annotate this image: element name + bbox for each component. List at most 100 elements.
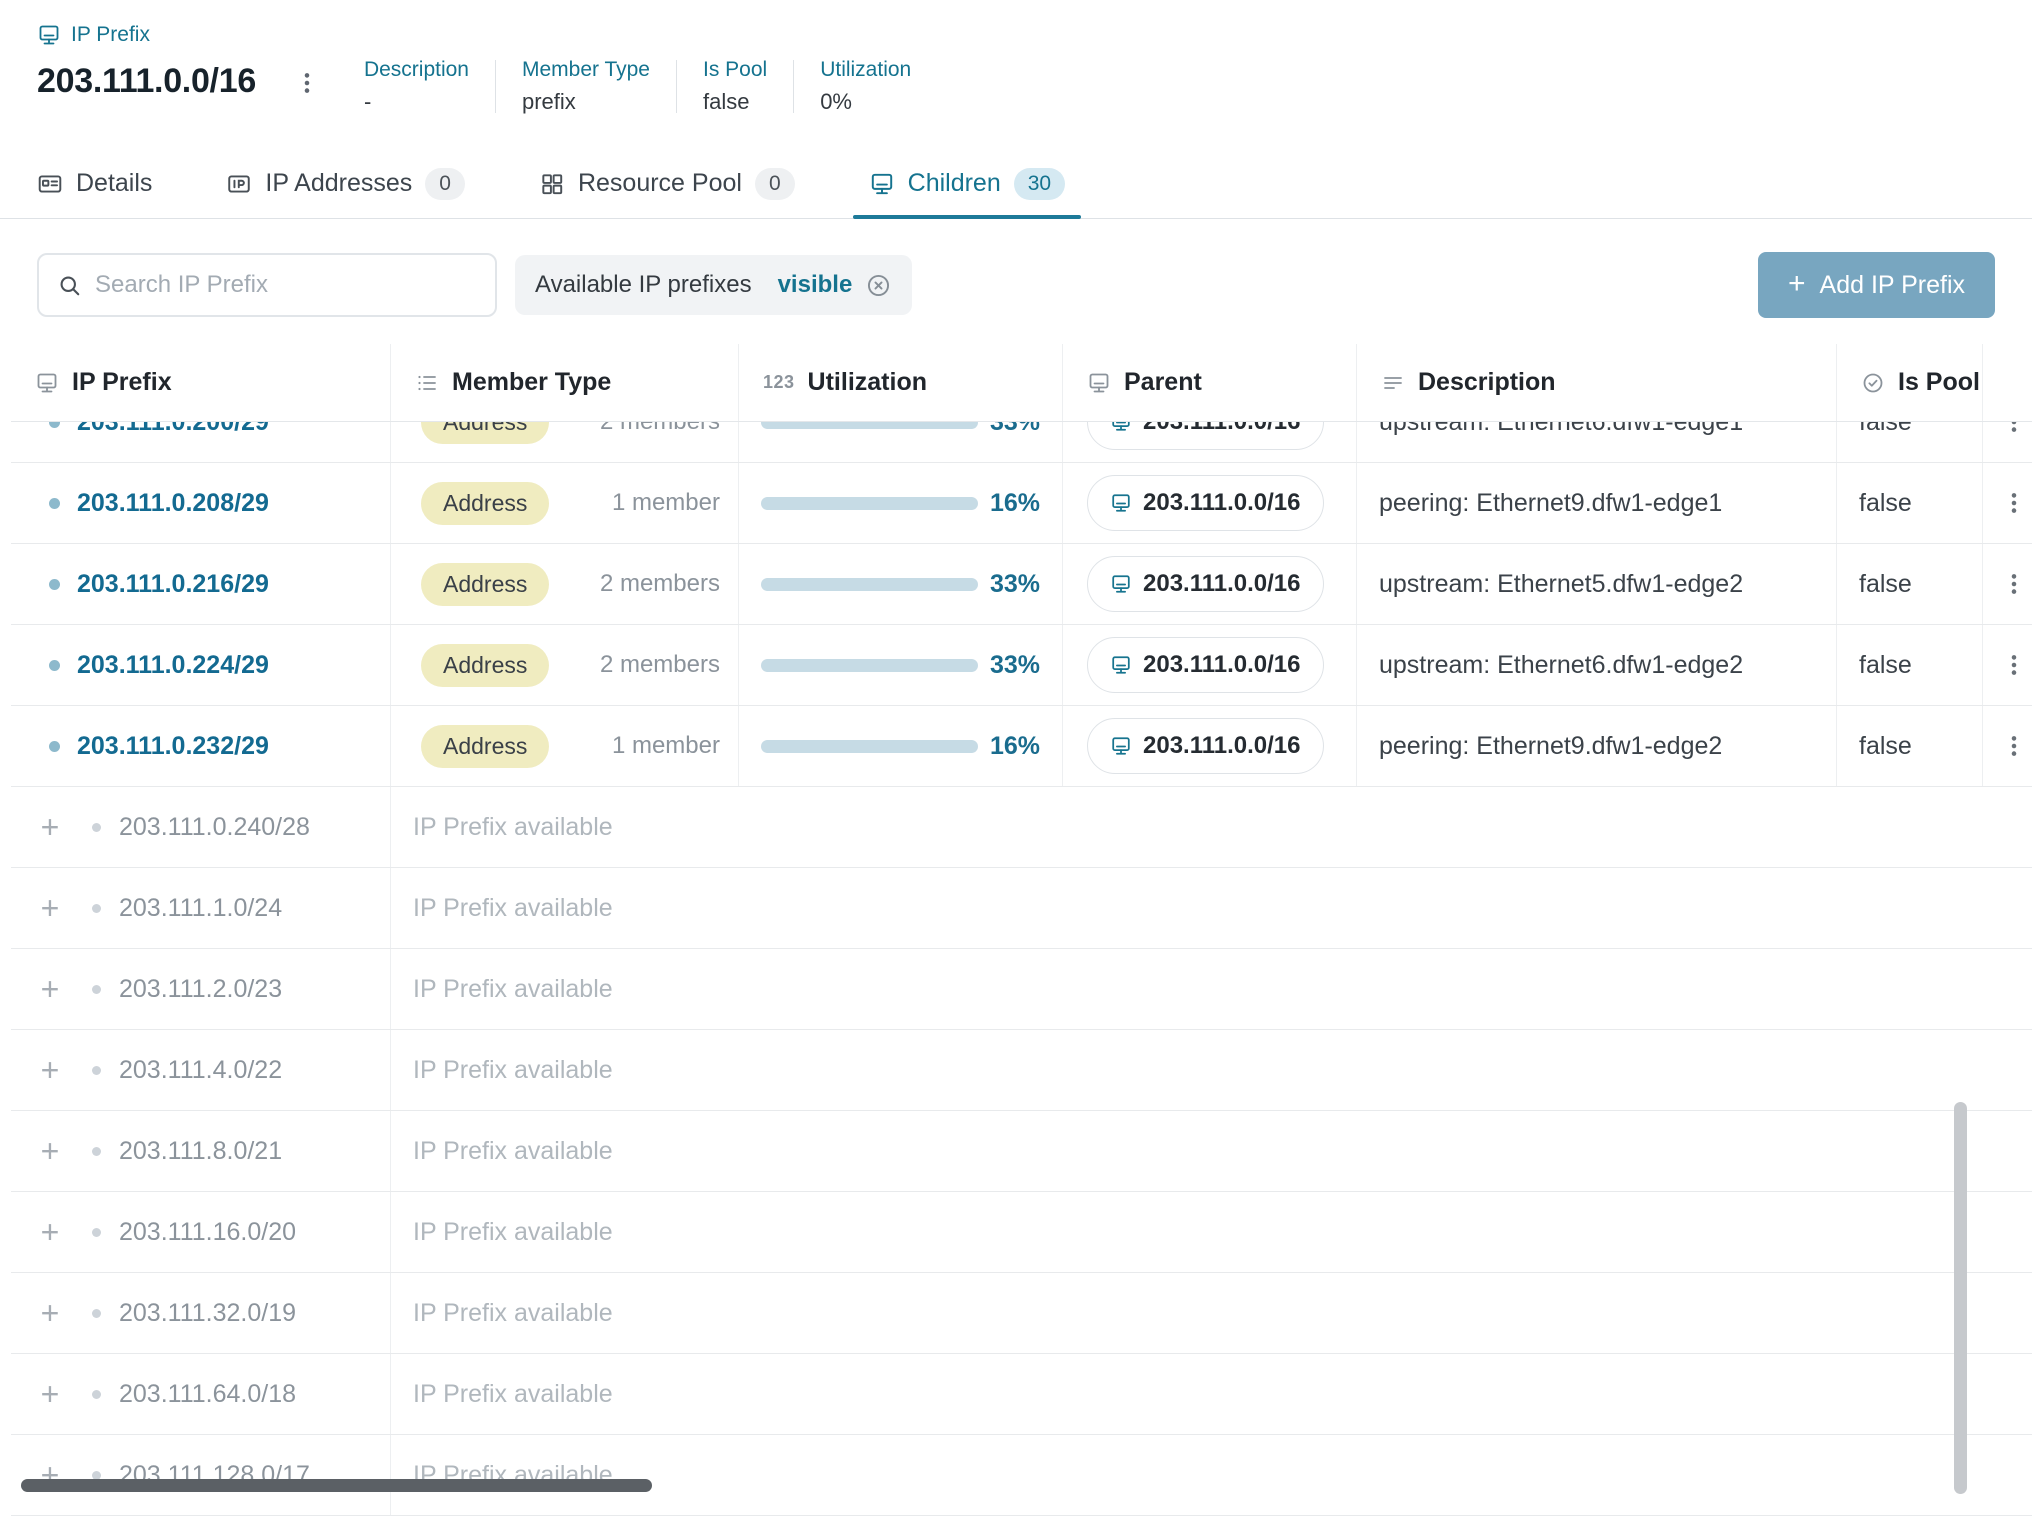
search-input[interactable] [95,271,477,299]
filter-chip[interactable]: Available IP prefixes visible [515,255,912,315]
add-available-prefix-button[interactable]: + [36,973,64,1005]
vertical-scrollbar-thumb[interactable] [1954,1102,1967,1494]
meta-value: - [364,89,469,115]
is-pool-value: false [1859,732,1912,761]
ip-prefix-link[interactable]: 203.111.0.208/29 [77,489,269,518]
search-box [37,253,497,317]
prefix-icon [869,171,895,197]
add-available-prefix-button[interactable]: + [36,1378,64,1410]
remove-filter-button[interactable] [865,272,892,299]
meta-divider [495,60,496,113]
member-count: 2 members [600,570,720,598]
page-header: IP Prefix 203.111.0.0/16 Description - M… [0,0,2032,115]
utilization-bar [761,578,978,591]
column-header-member-type: Member Type [391,344,739,421]
status-dot [92,1147,101,1156]
status-dot [49,579,60,590]
parent-chip[interactable]: 203.111.0.0/16 [1087,637,1324,693]
available-prefix: 203.111.2.0/23 [119,975,282,1004]
table-row-available: + 203.111.1.0/24 IP Prefix available [11,868,2032,949]
cell-ip-prefix: + 203.111.0.240/28 [11,787,391,867]
parent-chip[interactable]: 203.111.0.0/16 [1087,475,1324,531]
add-button-label: Add IP Prefix [1820,271,1965,300]
add-available-prefix-button[interactable]: + [36,1054,64,1086]
horizontal-scrollbar-thumb[interactable] [21,1479,652,1492]
table-row-available: + 203.111.0.240/28 IP Prefix available [11,787,2032,868]
table-row-available: + 203.111.8.0/21 IP Prefix available [11,1111,2032,1192]
cell-ip-prefix: + 203.111.64.0/18 [11,1354,391,1434]
column-header-actions [1983,344,2032,421]
cell-utilization: 33% [739,625,1063,705]
kebab-icon [2001,652,2027,678]
cell-is-pool: false [1837,706,1983,786]
ip-prefix-link[interactable]: 203.111.0.216/29 [77,570,269,599]
meta-value: prefix [522,89,650,115]
tab-resource-pool[interactable]: Resource Pool 0 [523,149,811,218]
add-ip-prefix-button[interactable]: + Add IP Prefix [1758,252,1995,318]
available-label: IP Prefix available [413,894,613,923]
description-text: upstream: Ethernet6.dfw1-edge2 [1379,651,1743,680]
column-label: Is Pool [1898,368,1980,397]
status-dot [49,741,60,752]
tab-label: Details [76,169,152,198]
ip-prefix-link[interactable]: 203.111.0.232/29 [77,732,269,761]
row-kebab-menu-button[interactable] [1997,567,2031,601]
cell-parent: 203.111.0.0/16 [1063,625,1357,705]
add-available-prefix-button[interactable]: + [36,811,64,843]
meta-value: false [703,89,767,115]
kebab-icon [2001,733,2027,759]
cell-utilization: 16% [739,463,1063,543]
card-icon [37,171,63,197]
prefix-icon [35,371,59,395]
meta-divider [676,60,677,113]
status-dot [92,1390,101,1399]
table-row-available: + 203.111.32.0/19 IP Prefix available [11,1273,2032,1354]
utilization-percent: 33% [990,570,1040,599]
utilization-percent: 33% [990,651,1040,680]
cell-parent: 203.111.0.0/16 [1063,463,1357,543]
tab-details[interactable]: Details [21,149,168,218]
table-row: 203.111.0.224/29 Address 2 members 33% 2… [11,625,2032,706]
add-available-prefix-button[interactable]: + [36,1135,64,1167]
description-text: peering: Ethernet9.dfw1-edge1 [1379,489,1722,518]
column-label: Utilization [808,368,927,397]
tab-ip-addresses[interactable]: IP Addresses 0 [210,149,481,218]
cell-ip-prefix: 203.111.0.208/29 [11,463,391,543]
cell-description: upstream: Ethernet6.dfw1-edge2 [1357,625,1837,705]
parent-chip[interactable]: 203.111.0.0/16 [1087,718,1324,774]
description-text: peering: Ethernet9.dfw1-edge2 [1379,732,1722,761]
ip-prefix-link[interactable]: 203.111.0.224/29 [77,651,269,680]
meta-label: Description [364,58,469,82]
row-kebab-menu-button[interactable] [1997,729,2031,763]
row-kebab-menu-button[interactable] [1997,486,2031,520]
add-available-prefix-button[interactable]: + [36,892,64,924]
cell-available-label: IP Prefix available [391,1354,2032,1434]
cell-member-type: Address 2 members [391,625,739,705]
grid-icon [539,171,565,197]
available-label: IP Prefix available [413,1137,613,1166]
meta-label: Is Pool [703,58,767,82]
breadcrumb[interactable]: IP Prefix [37,20,150,50]
parent-chip[interactable]: 203.111.0.0/16 [1087,556,1324,612]
add-available-prefix-button[interactable]: + [36,1297,64,1329]
is-pool-value: false [1859,489,1912,518]
meta-divider [793,60,794,113]
cell-actions [1983,706,2032,786]
cell-actions [1983,544,2032,624]
cell-ip-prefix: + 203.111.16.0/20 [11,1192,391,1272]
title-kebab-menu-button[interactable] [292,68,322,98]
cell-ip-prefix: + 203.111.1.0/24 [11,868,391,948]
cell-available-label: IP Prefix available [391,1030,2032,1110]
kebab-icon [294,70,320,96]
status-dot [92,985,101,994]
close-circle-icon [865,272,892,299]
search-icon [57,273,82,298]
available-label: IP Prefix available [413,1218,613,1247]
utilization-bar [761,740,978,753]
tab-children[interactable]: Children 30 [853,149,1081,218]
add-available-prefix-button[interactable]: + [36,1216,64,1248]
row-kebab-menu-button[interactable] [1997,648,2031,682]
member-type-badge: Address [421,644,549,687]
tab-label: Children [908,169,1001,198]
123-icon: 123 [763,372,795,393]
